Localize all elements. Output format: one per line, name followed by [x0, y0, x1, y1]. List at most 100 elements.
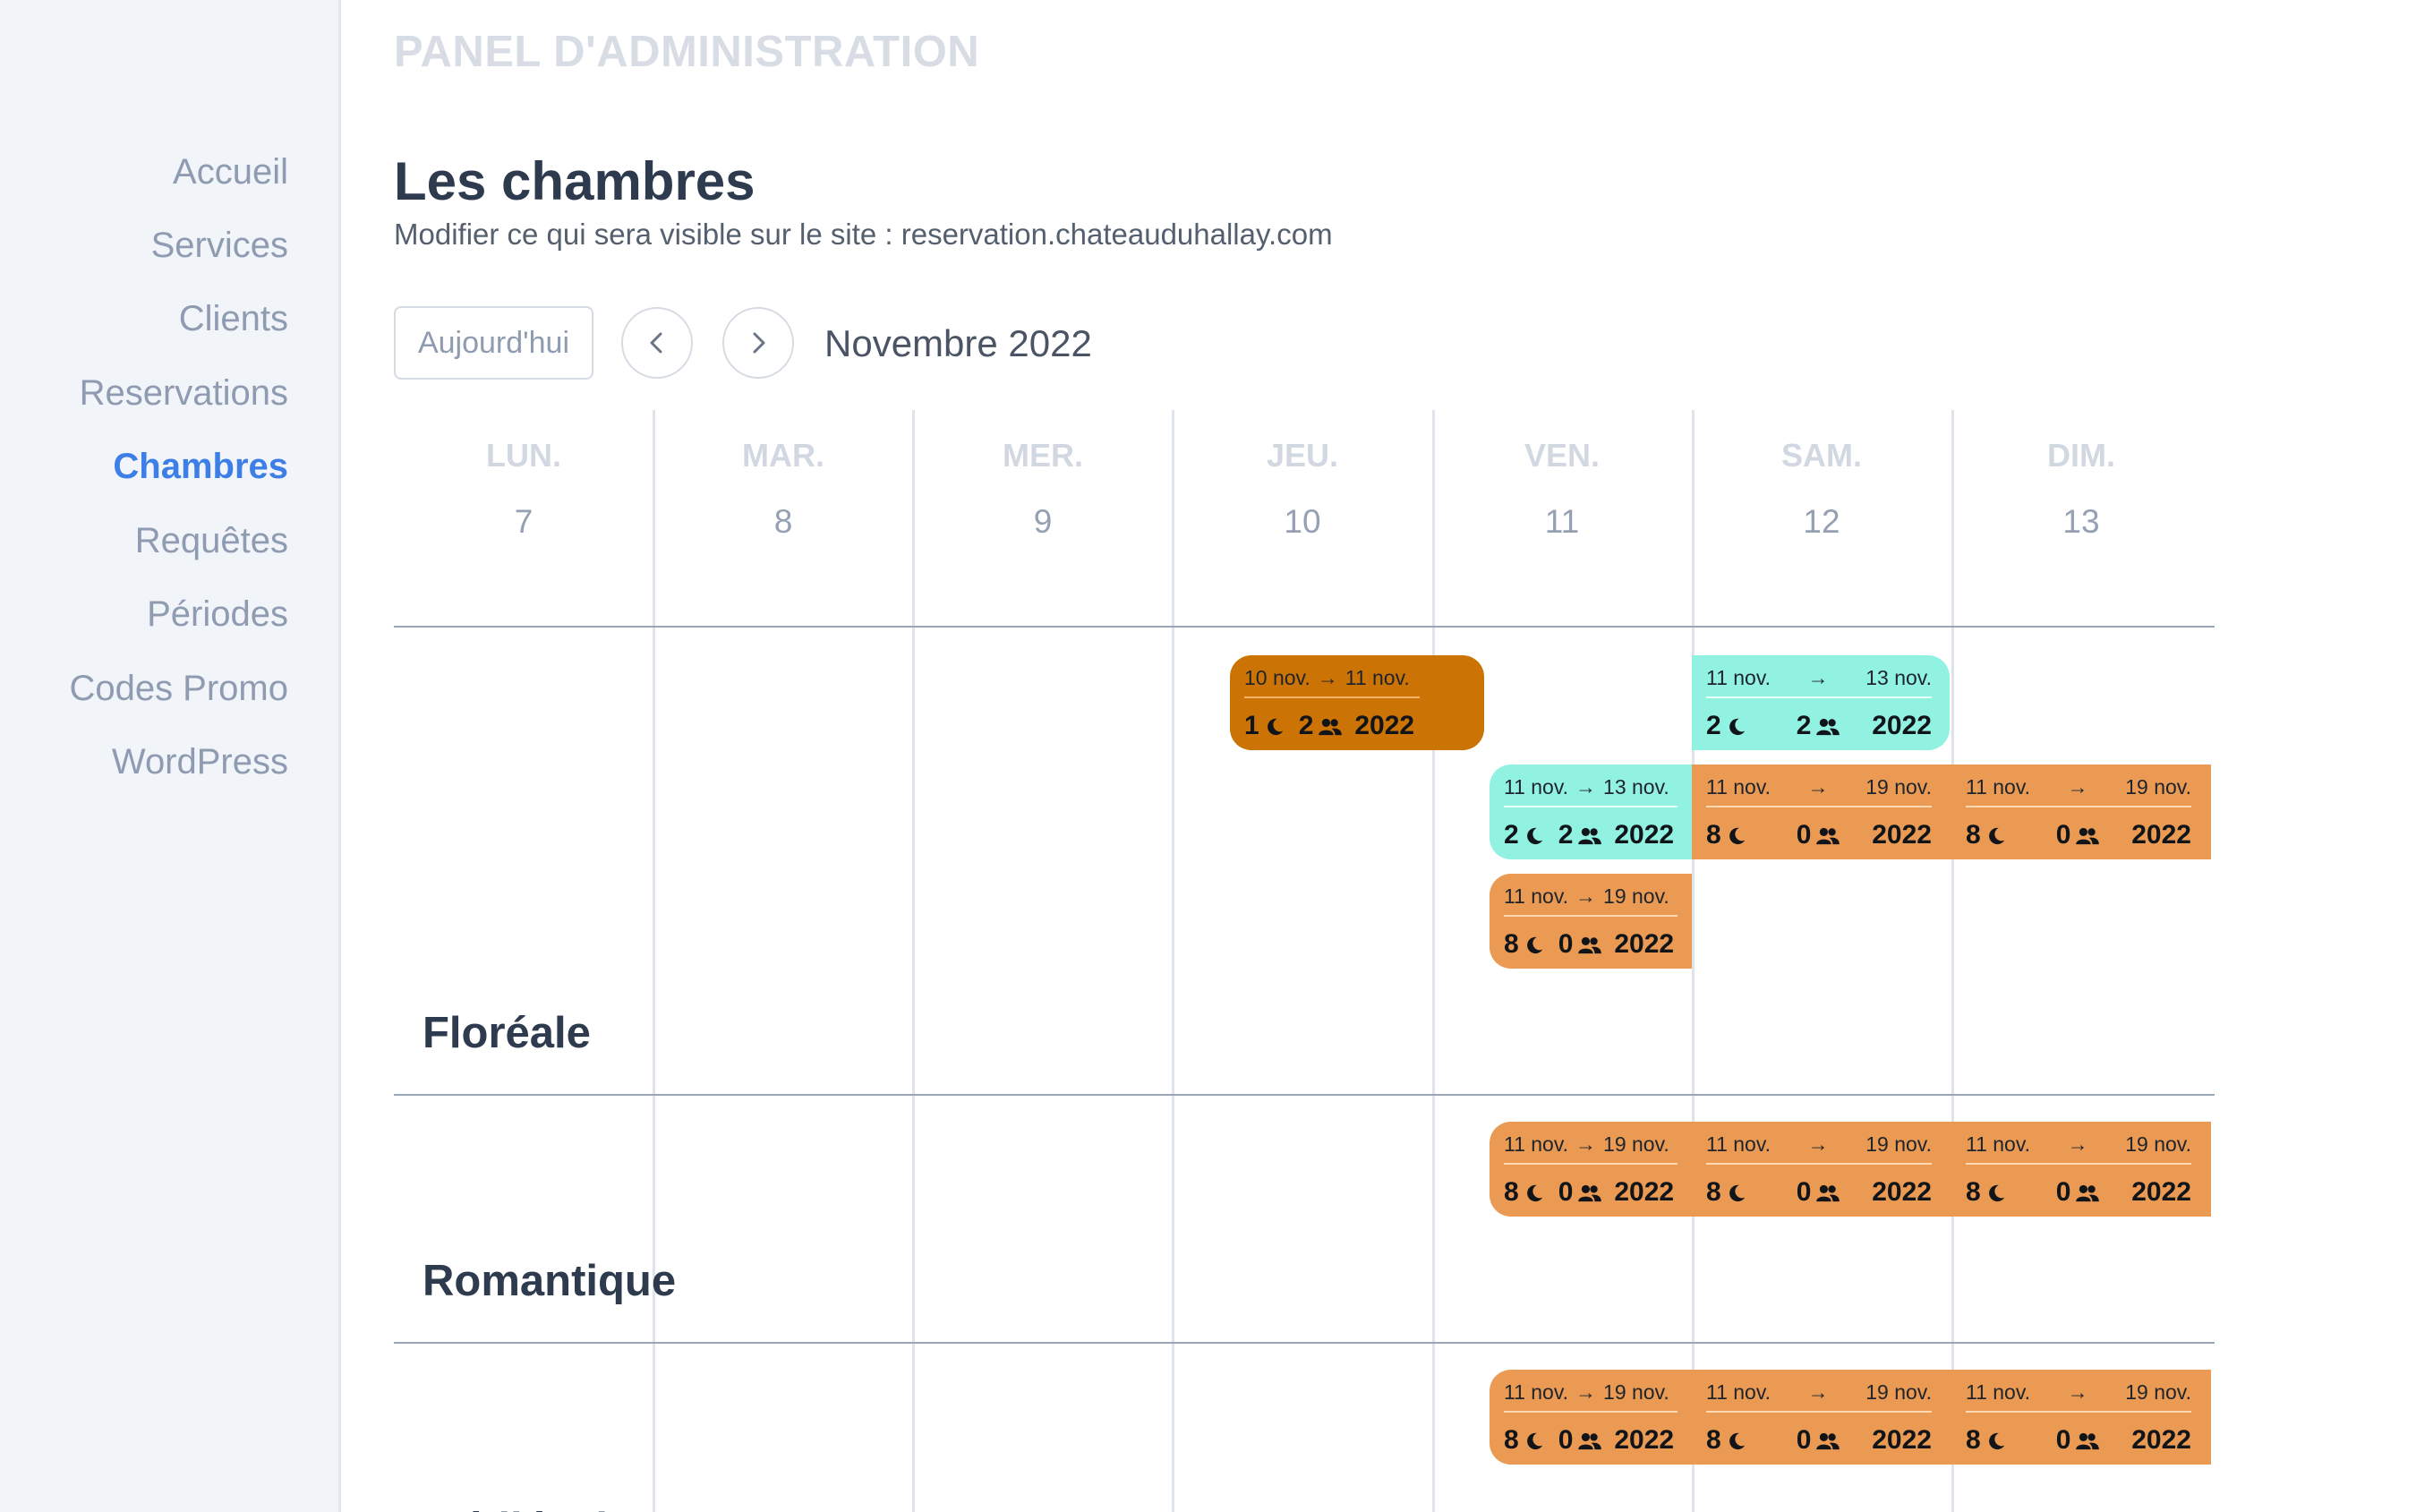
arrow-icon: → [2067, 1380, 2088, 1404]
booking-separator [1706, 1411, 1932, 1413]
day-header: VEN. 11 [1432, 437, 1692, 541]
arrow-icon: → [1807, 1132, 1829, 1156]
sidebar-item-periodes[interactable]: Périodes [147, 594, 288, 635]
booking-dates: 11 nov. → 19 nov. [1706, 1131, 1932, 1157]
booking-nights: 8 [1966, 820, 1981, 850]
sidebar-item-wordpress[interactable]: WordPress [112, 742, 288, 782]
booking-year: 2022 [2131, 1177, 2191, 1207]
booking-card[interactable]: 11 nov. → 19 nov. 8 0 2022 [1951, 765, 2211, 859]
booking-separator [1706, 806, 1932, 807]
booking-separator [1706, 1163, 1932, 1165]
booking-year: 2022 [2131, 1425, 2191, 1455]
booking-card[interactable]: 11 nov. → 13 nov. 2 2 2022 [1490, 765, 1692, 859]
booking-card[interactable]: 11 nov. → 13 nov. 2 2 2022 [1692, 655, 1950, 750]
booking-year: 2022 [1354, 711, 1415, 740]
booking-guests: 0 [1796, 820, 1812, 850]
booking-end-date: 19 nov. [2125, 774, 2191, 799]
chevron-left-icon [650, 332, 662, 354]
booking-end-date: 19 nov. [1603, 884, 1669, 908]
booking-dates: 11 nov. → 19 nov. [1966, 773, 2191, 800]
room-name-floreale: Floréale [423, 1009, 591, 1057]
booking-card[interactable]: 11 nov. → 19 nov. 8 0 2022 [1490, 1122, 1692, 1217]
moon-icon [1267, 718, 1283, 736]
booking-card[interactable]: 10 nov. → 11 nov. 1 2 2022 [1230, 655, 1484, 750]
next-week-button[interactable] [722, 307, 794, 379]
moon-icon [1526, 936, 1542, 954]
booking-card[interactable]: 11 nov. → 19 nov. 8 0 2022 [1490, 874, 1692, 969]
sidebar-item-chambres[interactable]: Chambres [113, 447, 288, 487]
day-number: 8 [773, 503, 793, 540]
booking-year: 2022 [1872, 820, 1932, 850]
sidebar-item-clients[interactable]: Clients [179, 299, 288, 339]
booking-end-date: 19 nov. [2125, 1132, 2191, 1156]
booking-nights: 2 [1504, 820, 1519, 850]
booking-dates: 11 nov. → 19 nov. [1966, 1379, 2191, 1405]
sidebar-item-requetes[interactable]: Requêtes [135, 521, 288, 561]
arrow-icon: → [1575, 1380, 1597, 1404]
moon-icon [1729, 1184, 1745, 1202]
booking-card[interactable]: 11 nov. → 19 nov. 8 0 2022 [1951, 1370, 2211, 1465]
booking-dates: 11 nov. → 19 nov. [1504, 883, 1677, 910]
booking-start-date: 11 nov. [1504, 1380, 1569, 1404]
room-name-medieval: Médiéval [423, 1504, 608, 1512]
booking-start-date: 10 nov. [1244, 665, 1310, 689]
arrow-icon: → [1807, 774, 1829, 799]
room-name-romantique: Romantique [423, 1257, 677, 1305]
day-number: 12 [1803, 503, 1840, 540]
booking-end-date: 11 nov. [1345, 665, 1410, 689]
users-icon [2076, 1184, 2100, 1202]
booking-info: 8 0 2022 [1504, 929, 1677, 960]
booking-nights: 8 [1504, 929, 1519, 959]
booking-guests: 0 [2055, 1425, 2071, 1455]
booking-start-date: 11 nov. [1966, 1132, 2031, 1156]
booking-guests: 2 [1298, 711, 1314, 740]
users-icon [1816, 1184, 1840, 1202]
booking-separator [1504, 915, 1677, 917]
booking-info: 8 0 2022 [1706, 820, 1932, 850]
arrow-icon: → [1317, 665, 1338, 689]
sidebar-item-reservations[interactable]: Reservations [80, 373, 288, 414]
booking-guests: 0 [1558, 1425, 1574, 1455]
booking-dates: 10 nov. → 11 nov. [1244, 664, 1420, 691]
booking-card[interactable]: 11 nov. → 19 nov. 8 0 2022 [1951, 1122, 2211, 1217]
booking-dates: 11 nov. → 19 nov. [1966, 1131, 2191, 1157]
day-number: 10 [1284, 503, 1321, 540]
moon-icon [1729, 827, 1745, 845]
users-icon [1816, 1432, 1840, 1450]
day-header: JEU. 10 [1173, 437, 1432, 541]
booking-guests: 0 [1796, 1177, 1812, 1207]
sidebar-item-codes-promo[interactable]: Codes Promo [69, 669, 288, 709]
booking-nights: 8 [1504, 1425, 1519, 1455]
booking-separator [1504, 1411, 1677, 1413]
users-icon [1578, 936, 1602, 954]
moon-icon [1988, 1184, 2004, 1202]
booking-card[interactable]: 11 nov. → 19 nov. 8 0 2022 [1692, 1122, 1951, 1217]
month-label: Novembre 2022 [824, 322, 1092, 364]
booking-guests: 0 [2055, 820, 2071, 850]
booking-year: 2022 [1614, 929, 1675, 959]
day-number: 11 [1544, 503, 1580, 540]
today-button[interactable]: Aujourd'hui [394, 306, 593, 380]
arrow-icon: → [1807, 1380, 1829, 1404]
booking-year: 2022 [2131, 820, 2191, 850]
booking-end-date: 19 nov. [2125, 1380, 2191, 1404]
booking-nights: 2 [1706, 711, 1721, 740]
booking-nights: 8 [1706, 1177, 1721, 1207]
booking-info: 8 0 2022 [1504, 1425, 1677, 1456]
page-subtitle: Modifier ce qui sera visible sur le site… [394, 218, 1333, 251]
booking-info: 8 0 2022 [1966, 1177, 2191, 1208]
day-header: DIM. 13 [1951, 437, 2211, 541]
booking-card[interactable]: 11 nov. → 19 nov. 8 0 2022 [1692, 765, 1951, 859]
booking-nights: 1 [1244, 711, 1259, 740]
day-name: MAR. [742, 437, 824, 474]
booking-nights: 8 [1504, 1177, 1519, 1207]
booking-dates: 11 nov. → 19 nov. [1504, 1379, 1677, 1405]
sidebar-item-services[interactable]: Services [151, 226, 288, 266]
booking-year: 2022 [1614, 1425, 1675, 1455]
booking-card[interactable]: 11 nov. → 19 nov. 8 0 2022 [1490, 1370, 1692, 1465]
column-divider [1432, 410, 1435, 1512]
arrow-icon: → [2067, 774, 2088, 799]
sidebar-item-accueil[interactable]: Accueil [173, 152, 288, 192]
prev-week-button[interactable] [621, 307, 693, 379]
booking-card[interactable]: 11 nov. → 19 nov. 8 0 2022 [1692, 1370, 1951, 1465]
